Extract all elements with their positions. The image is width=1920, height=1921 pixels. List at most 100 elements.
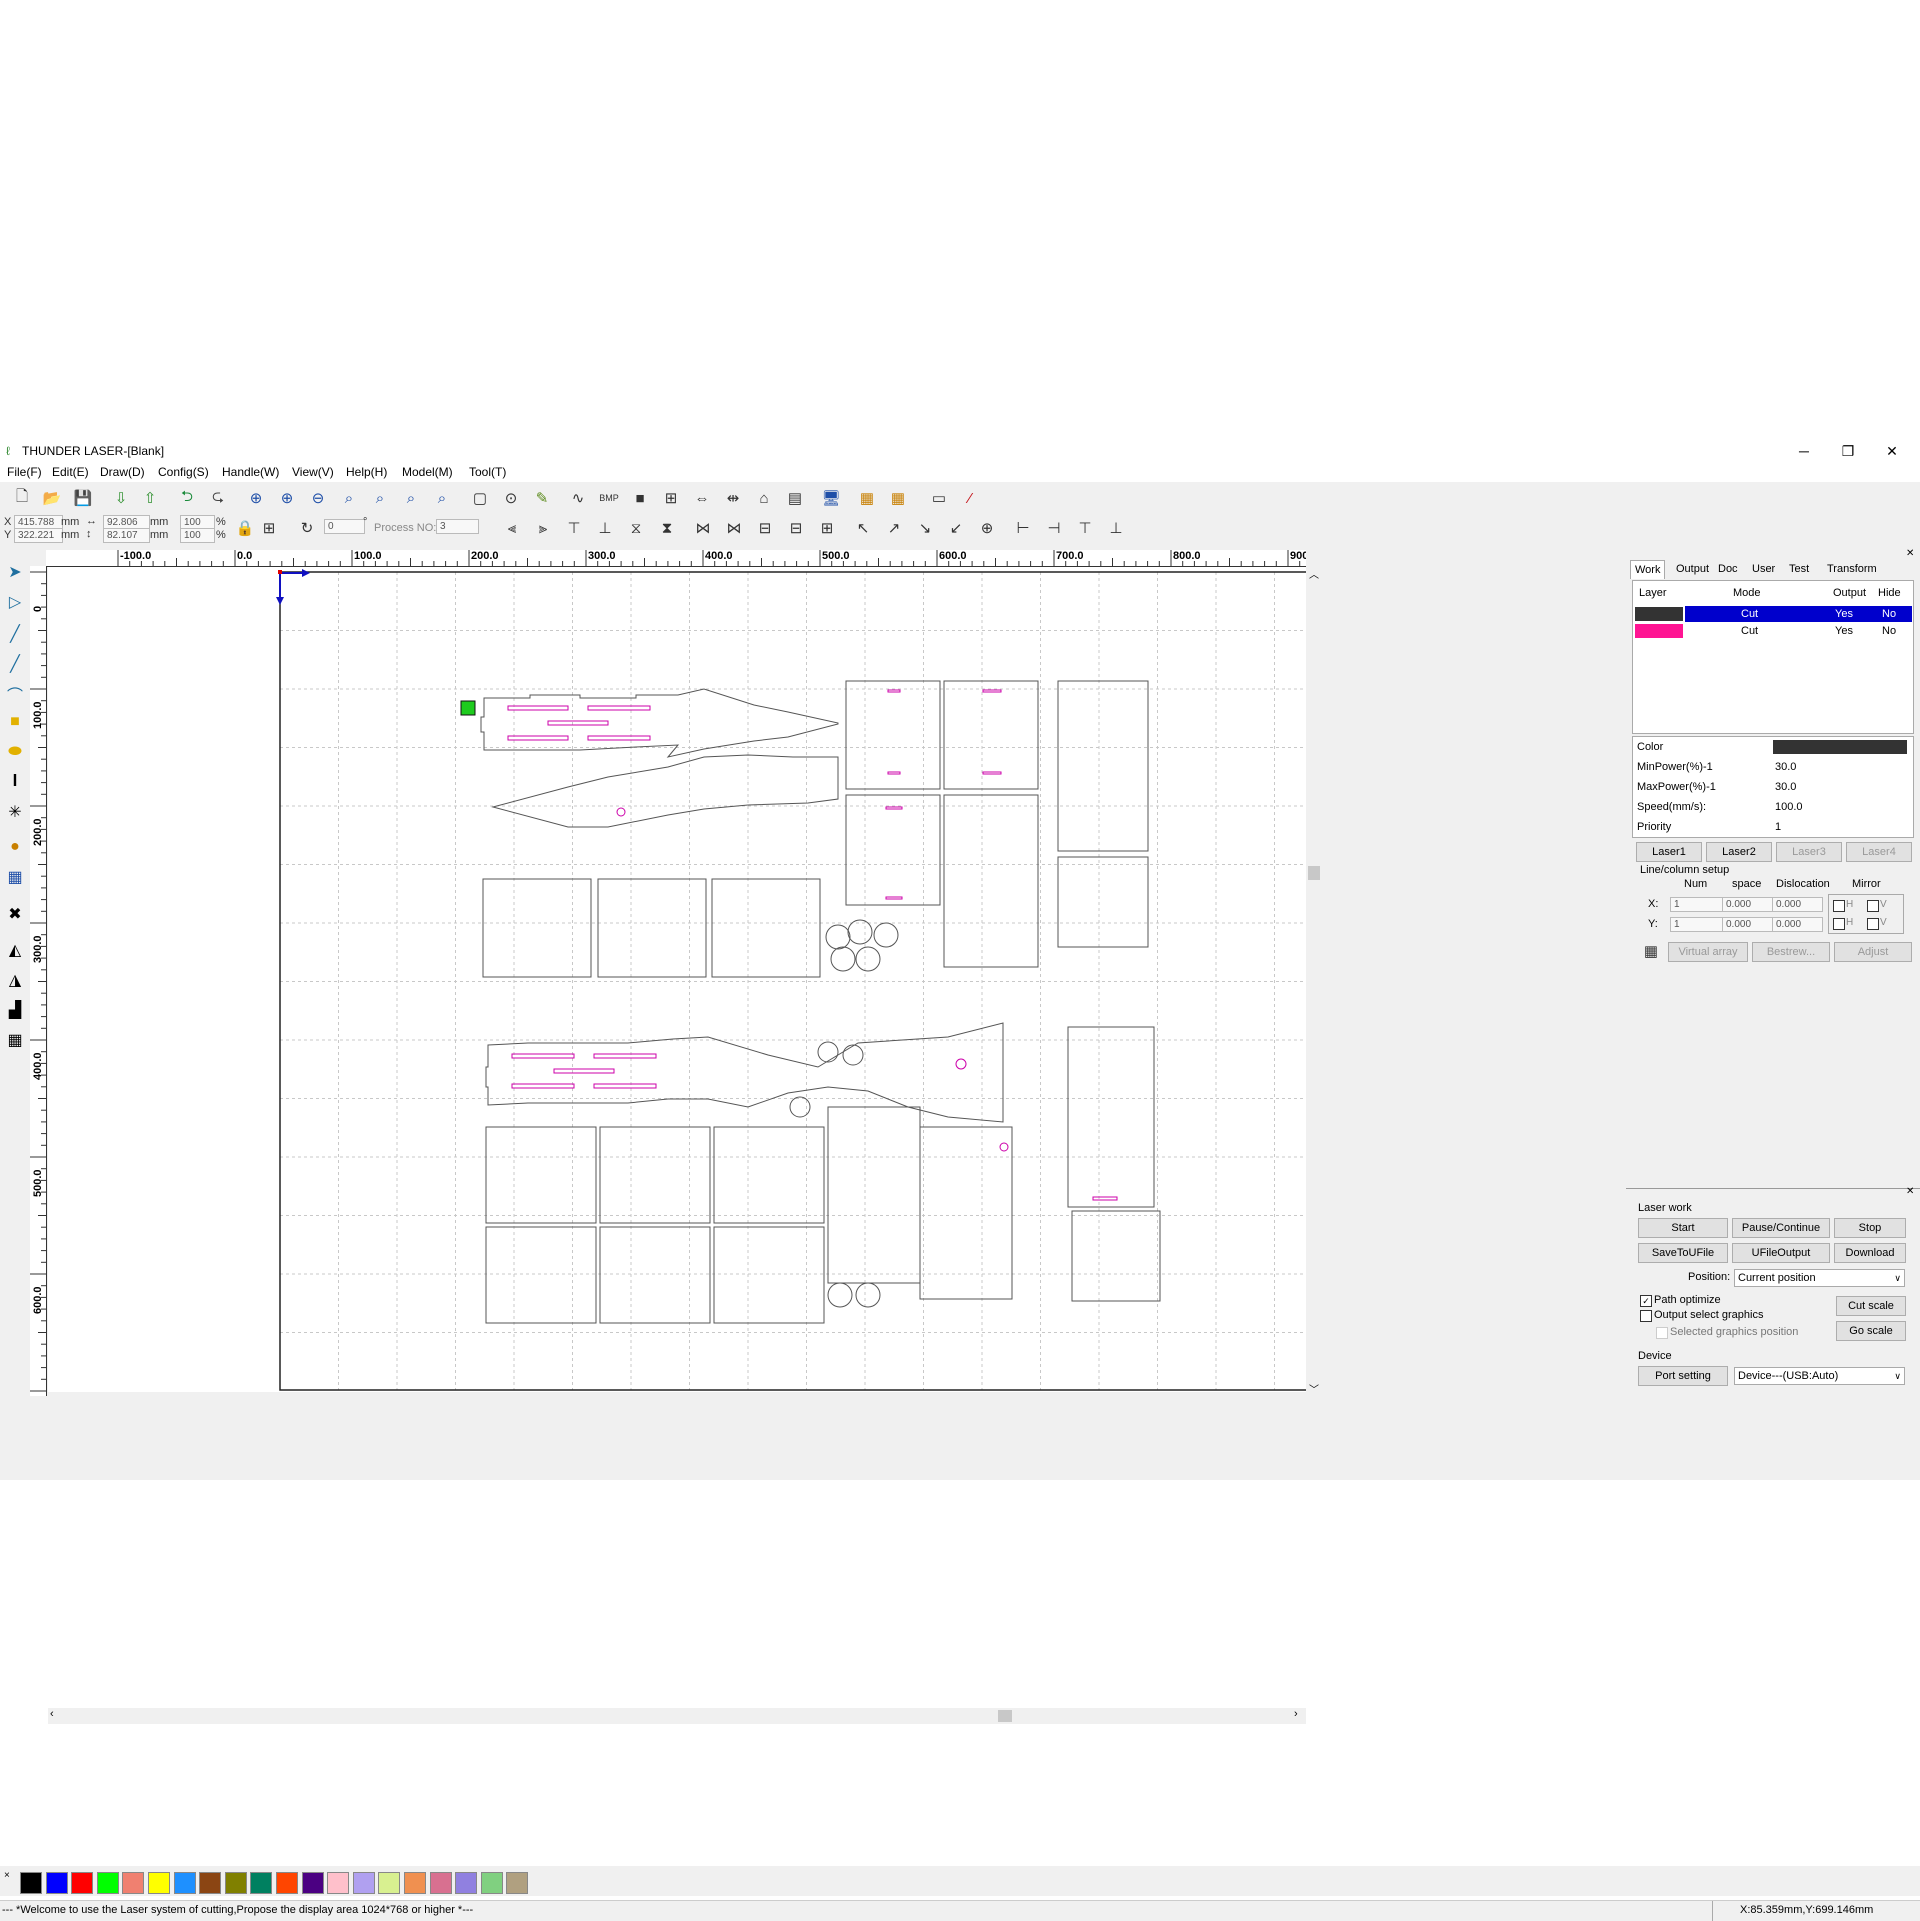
array-x-num[interactable]: 1 (1670, 897, 1723, 912)
curve-tool-icon[interactable]: ⌒ (3, 682, 27, 706)
color-swatch[interactable] (404, 1872, 426, 1894)
corner-tr-icon[interactable]: ↗ (883, 517, 905, 539)
menu-tool[interactable]: Tool(T) (469, 465, 506, 479)
menu-file[interactable]: File(F) (7, 465, 42, 479)
canvas-drawing[interactable] (48, 567, 1306, 1392)
close-button[interactable]: ✕ (1870, 440, 1914, 462)
page-bottom-icon[interactable]: ⊥ (1105, 517, 1127, 539)
wall-panel[interactable] (845, 794, 941, 906)
same-width-icon[interactable]: ⋈ (692, 517, 714, 539)
zoom-plus-icon[interactable]: ⊕ (276, 487, 298, 509)
prop-priority-value[interactable]: 1 (1775, 819, 1781, 835)
delete-tool-icon[interactable]: ✖ (3, 902, 27, 926)
color-swatch[interactable] (378, 1872, 401, 1894)
array-y-num[interactable]: 1 (1670, 917, 1723, 932)
process-field[interactable]: 3 (436, 519, 479, 534)
select-tool-icon[interactable]: ➤ (3, 560, 27, 584)
scroll-right-icon[interactable]: › (1294, 1708, 1298, 1720)
center-icon[interactable]: ⊕ (976, 517, 998, 539)
door-panel[interactable] (919, 1126, 1013, 1300)
tab-output[interactable]: Output (1672, 560, 1713, 578)
mirror-h-tool-icon[interactable]: ◭ (3, 938, 27, 962)
camera-icon[interactable]: ▭ (928, 487, 950, 509)
align-bottom-icon[interactable]: ⊥ (594, 517, 616, 539)
small-panel[interactable] (1071, 1210, 1161, 1302)
corner-br-icon[interactable]: ↘ (914, 517, 936, 539)
menu-handle[interactable]: Handle(W) (222, 465, 279, 479)
position-grid-icon[interactable]: ⊞ (258, 517, 280, 539)
bitmap-tool-icon[interactable]: ● (3, 835, 27, 859)
align-left-icon[interactable]: ⫷ (501, 517, 523, 539)
output-select-checkbox[interactable] (1640, 1310, 1652, 1322)
color-swatch[interactable] (224, 1872, 247, 1894)
array-grid-icon[interactable]: ▦ (1640, 940, 1662, 962)
tree-piece-2[interactable] (491, 754, 839, 828)
same-height-icon[interactable]: ⋈ (723, 517, 745, 539)
monitor-icon[interactable]: 🖥 (820, 487, 842, 509)
mirror-y-h-checkbox[interactable] (1833, 918, 1845, 930)
array-x-dislocation[interactable]: 0.000 (1772, 897, 1823, 912)
rotate-field[interactable]: 0 (324, 519, 365, 534)
position-select[interactable]: Current position ∨ (1734, 1269, 1905, 1287)
prop-maxpower-value[interactable]: 30.0 (1775, 779, 1796, 795)
cut-parts[interactable] (480, 680, 1161, 1324)
box-panel[interactable] (485, 1126, 597, 1224)
box-panel[interactable] (485, 1226, 597, 1324)
laser4-tab[interactable]: Laser4 (1846, 842, 1912, 862)
y-position-field[interactable]: 322.221 (14, 528, 63, 543)
text-tool-icon[interactable]: 𝐈 (3, 770, 27, 794)
scroll-down-icon[interactable]: ﹀ (1309, 1381, 1319, 1396)
minimize-button[interactable]: ─ (1782, 440, 1826, 462)
array-tool-icon[interactable]: ▦ (3, 1028, 27, 1052)
selected-position-checkbox[interactable] (1656, 1327, 1668, 1339)
align-hcenter-icon[interactable]: ⧖ (625, 517, 647, 539)
color-swatch[interactable] (352, 1872, 375, 1894)
array-icon[interactable]: ▦ (856, 487, 878, 509)
vertical-scrollbar[interactable]: ︿ ﹀ (1306, 566, 1322, 1396)
mirror-v-tool-icon[interactable]: ◮ (3, 968, 27, 992)
virtual-array-button[interactable]: Virtual array (1668, 942, 1748, 962)
color-swatch[interactable] (45, 1872, 68, 1894)
color-swatch[interactable] (20, 1872, 42, 1894)
rectangle-tool-icon[interactable]: ■ (3, 710, 27, 734)
wall-panel[interactable] (943, 680, 1039, 790)
wall-panel[interactable] (845, 680, 941, 790)
align-right-icon[interactable]: ⫸ (532, 517, 554, 539)
color-swatch[interactable] (122, 1872, 145, 1894)
color-swatch[interactable] (148, 1872, 170, 1894)
lock-ratio-icon[interactable]: 🔒 (234, 517, 256, 539)
zoom-in-icon[interactable]: ⊕ (245, 487, 267, 509)
page-top-icon[interactable]: ⊤ (1074, 517, 1096, 539)
curve-icon[interactable]: ∿ (567, 487, 589, 509)
rotate-icon[interactable]: ↻ (296, 517, 318, 539)
menu-config[interactable]: Config(S) (158, 465, 209, 479)
menu-view[interactable]: View(V) (292, 465, 334, 479)
laser-work-close-icon[interactable]: ✕ (1906, 1186, 1914, 1197)
prop-color-swatch[interactable] (1773, 740, 1907, 754)
tree-piece-1[interactable] (480, 688, 839, 758)
tab-transform[interactable]: Transform (1823, 560, 1881, 578)
download-button[interactable]: Download (1834, 1243, 1906, 1263)
path-optimize-checkbox[interactable]: ✓ (1640, 1295, 1652, 1307)
align-top-icon[interactable]: ⊤ (563, 517, 585, 539)
color-swatch[interactable] (455, 1872, 478, 1894)
tab-user[interactable]: User (1748, 560, 1779, 578)
pause-continue-button[interactable]: Pause/Continue (1732, 1218, 1830, 1238)
node-edit-icon[interactable]: ⊙ (500, 487, 522, 509)
small-panel[interactable] (1057, 856, 1149, 948)
wall-panel[interactable] (943, 794, 1039, 968)
selection-handle[interactable] (460, 700, 476, 716)
corner-bl-icon[interactable]: ↙ (945, 517, 967, 539)
line-tool-icon[interactable]: ╱ (3, 622, 27, 646)
color-swatch[interactable] (480, 1872, 503, 1894)
export-icon[interactable]: ⇧ (139, 487, 161, 509)
rectangle-select-icon[interactable]: ▢ (469, 487, 491, 509)
prop-speed-value[interactable]: 100.0 (1775, 799, 1803, 815)
start-button[interactable]: Start (1638, 1218, 1728, 1238)
box-panel[interactable] (482, 878, 592, 978)
save-icon[interactable]: 💾 (72, 487, 94, 509)
machine-icon[interactable]: ⌂ (753, 487, 775, 509)
point-tool-icon[interactable]: ✳ (3, 800, 27, 824)
color-swatch[interactable] (327, 1872, 350, 1894)
box-panel[interactable] (713, 1226, 825, 1324)
